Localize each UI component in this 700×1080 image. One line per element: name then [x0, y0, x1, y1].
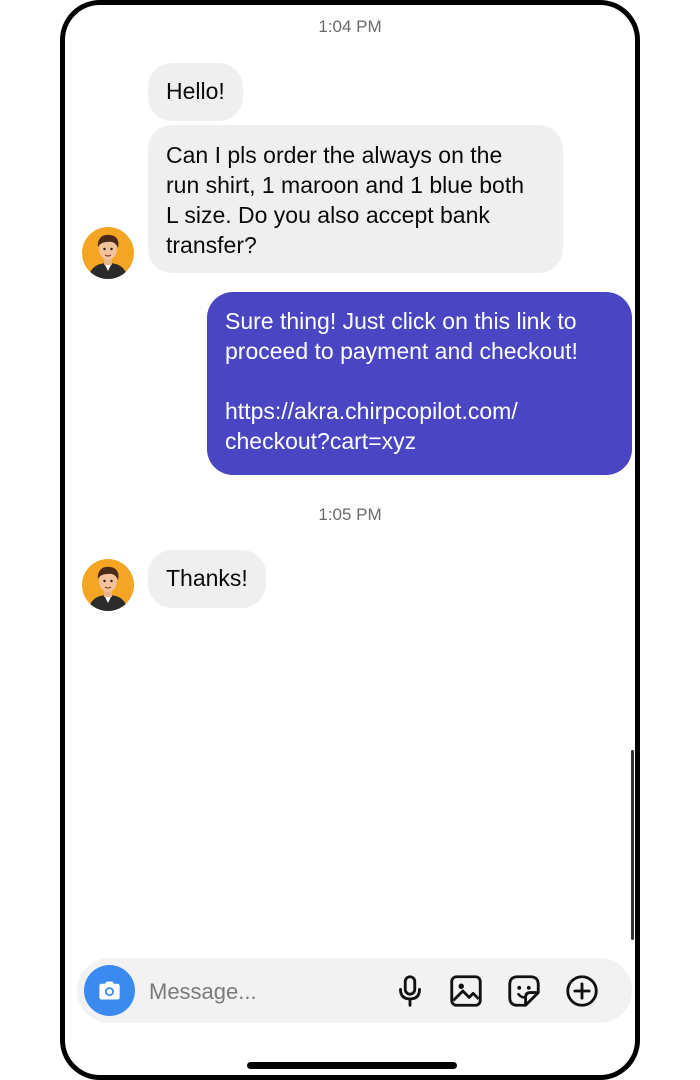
- outgoing-message: Sure thing! Just click on this link to p…: [207, 292, 632, 475]
- camera-button[interactable]: [84, 965, 135, 1016]
- incoming-message: Hello!: [148, 63, 243, 121]
- incoming-message: Can I pls order the always on the run sh…: [148, 125, 563, 273]
- scrollbar[interactable]: [631, 750, 634, 940]
- home-indicator[interactable]: [247, 1062, 457, 1069]
- person-avatar-icon: [82, 559, 134, 611]
- message-input[interactable]: [147, 973, 381, 1010]
- plus-circle-icon[interactable]: [563, 972, 601, 1010]
- timestamp: 1:04 PM: [318, 17, 382, 36]
- phone-frame: 1:04 PM Hello! Can I pls order the alway…: [60, 0, 640, 1080]
- microphone-icon[interactable]: [391, 972, 429, 1010]
- chat-screen: 1:04 PM Hello! Can I pls order the alway…: [65, 5, 635, 1075]
- incoming-message: Thanks!: [148, 550, 266, 608]
- image-icon[interactable]: [447, 972, 485, 1010]
- avatar[interactable]: [82, 227, 134, 279]
- message-composer: [77, 958, 632, 1023]
- person-avatar-icon: [82, 227, 134, 279]
- avatar[interactable]: [82, 559, 134, 611]
- timestamp: 1:05 PM: [318, 505, 382, 524]
- sticker-icon[interactable]: [505, 972, 543, 1010]
- camera-icon: [99, 981, 120, 1000]
